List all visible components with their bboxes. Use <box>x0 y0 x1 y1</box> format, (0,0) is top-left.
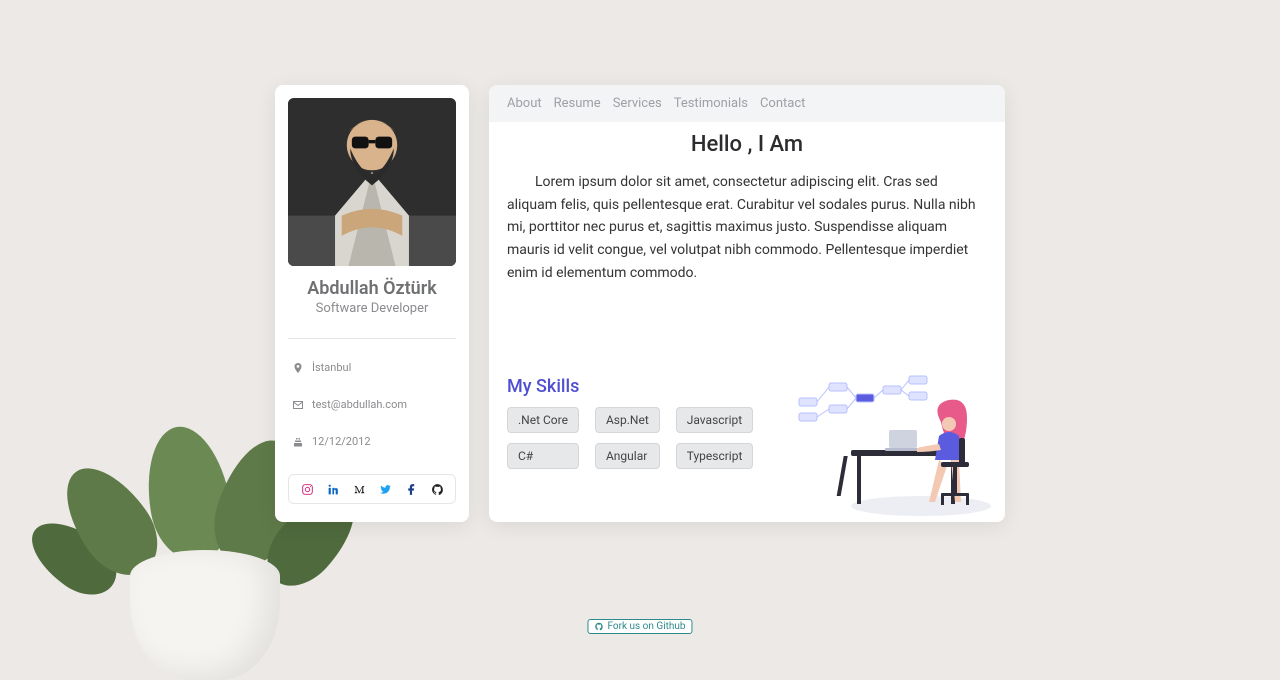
chip-dotnetcore: .Net Core <box>507 407 579 433</box>
mail-icon <box>292 399 304 411</box>
instagram-link[interactable] <box>300 482 314 496</box>
chip-typescript: Typescript <box>676 443 754 469</box>
location-text: İstanbul <box>312 361 351 374</box>
profile-name: Abdullah Öztürk <box>288 278 456 299</box>
info-email: test@abdullah.com <box>288 386 456 423</box>
chip-aspnet: Asp.Net <box>595 407 660 433</box>
nav-resume[interactable]: Resume <box>554 96 601 111</box>
chip-csharp: C# <box>507 443 579 469</box>
pin-icon <box>292 362 304 374</box>
hello-heading: Hello , I Am <box>507 132 987 157</box>
info-date: 12/12/2012 <box>288 423 456 460</box>
info-location: İstanbul <box>288 349 456 386</box>
illustration <box>791 358 1001 518</box>
profile-card: Abdullah Öztürk Software Developer İstan… <box>275 85 469 522</box>
chip-javascript: Javascript <box>676 407 754 433</box>
profile-role: Software Developer <box>288 301 456 316</box>
twitter-link[interactable] <box>378 482 392 496</box>
nav-testimonials[interactable]: Testimonials <box>674 96 748 111</box>
date-text: 12/12/2012 <box>312 435 371 448</box>
medium-link[interactable] <box>352 482 366 496</box>
nav-contact[interactable]: Contact <box>760 96 805 111</box>
email-text: test@abdullah.com <box>312 398 407 411</box>
fork-label: Fork us on Github <box>607 621 685 632</box>
nav-about[interactable]: About <box>507 96 542 111</box>
fork-on-github[interactable]: Fork us on Github <box>587 619 692 634</box>
main-panel: About Resume Services Testimonials Conta… <box>489 85 1005 522</box>
cake-icon <box>292 436 304 448</box>
github-link[interactable] <box>430 482 444 496</box>
github-icon <box>594 622 603 631</box>
twitter-icon <box>379 483 392 496</box>
facebook-link[interactable] <box>404 482 418 496</box>
chip-angular: Angular <box>595 443 660 469</box>
medium-icon <box>353 483 366 496</box>
linkedin-link[interactable] <box>326 482 340 496</box>
linkedin-icon <box>327 483 340 496</box>
divider <box>288 338 456 339</box>
nav-services[interactable]: Services <box>613 96 662 111</box>
skills-chips: .Net Core Asp.Net Javascript C# Angular … <box>507 407 753 469</box>
bio-text: Lorem ipsum dolor sit amet, consectetur … <box>507 171 987 284</box>
facebook-icon <box>405 483 418 496</box>
avatar <box>288 98 456 266</box>
social-bar <box>288 474 456 504</box>
github-icon <box>431 483 444 496</box>
top-nav: About Resume Services Testimonials Conta… <box>489 85 1005 122</box>
instagram-icon <box>301 483 314 496</box>
